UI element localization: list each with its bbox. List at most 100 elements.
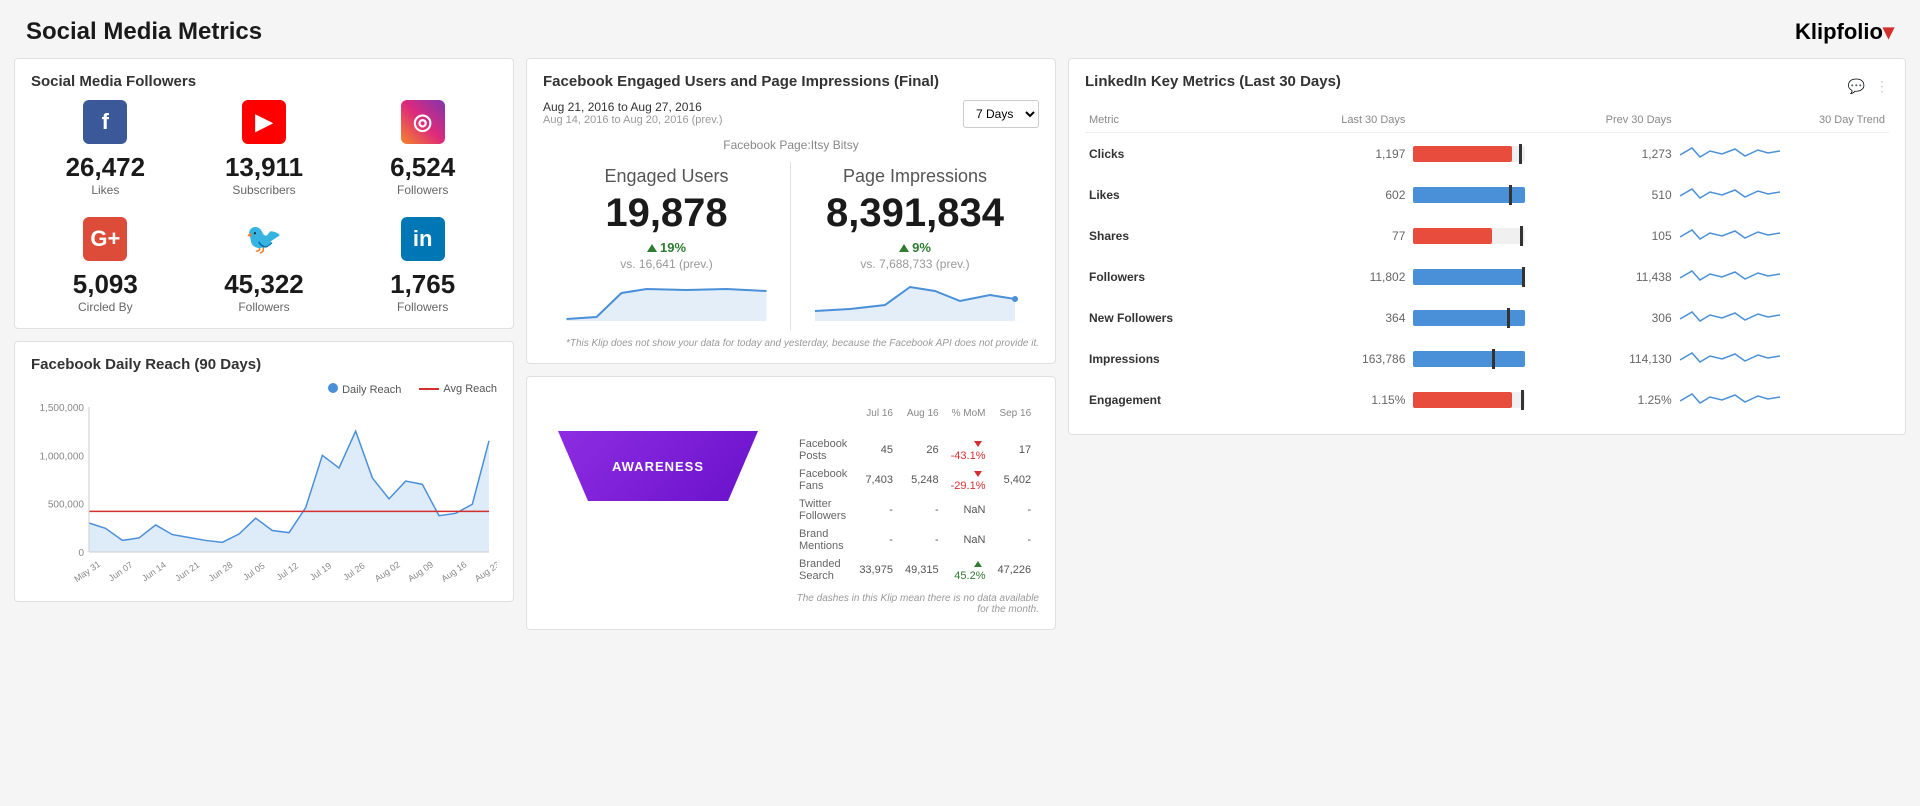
li-header: Last 30 Days: [1267, 108, 1410, 133]
follower-label: Likes: [31, 183, 180, 197]
date-range-current: Aug 21, 2016 to Aug 27, 2016: [543, 100, 723, 114]
follower-twitter[interactable]: 🐦 45,322 Followers: [190, 217, 339, 314]
engaged-users-value: 19,878: [553, 191, 780, 236]
linkedin-table: MetricLast 30 Days Prev 30 Days30 Day Tre…: [1085, 108, 1889, 420]
follower-linkedin[interactable]: in 1,765 Followers: [348, 217, 497, 314]
follower-facebook[interactable]: f 26,472 Likes: [31, 100, 180, 197]
impressions-sparkline: [801, 281, 1029, 321]
aw-row: Branded Search33,97549,31545.2%47,226-4.…: [793, 555, 1039, 585]
trend-sparkline: [1676, 174, 1889, 215]
legend-daily: Daily Reach: [328, 383, 401, 396]
svg-text:Jul 26: Jul 26: [341, 561, 366, 582]
engaged-sparkline: [553, 281, 780, 321]
svg-text:Aug 02: Aug 02: [373, 559, 402, 582]
linkedin-title: LinkedIn Key Metrics (Last 30 Days): [1085, 73, 1341, 90]
svg-text:Jul 19: Jul 19: [308, 561, 333, 582]
svg-text:Jun 21: Jun 21: [173, 560, 201, 582]
facebook-icon: f: [83, 100, 127, 144]
legend-avg: Avg Reach: [419, 383, 497, 396]
li-row-engagement: Engagement1.15% 1.25%: [1085, 379, 1889, 420]
follower-label: Subscribers: [190, 183, 339, 197]
aw-row: Twitter Followers--NaN-NaN-NaN-NaN9,930: [793, 495, 1039, 525]
svg-text:Jul 05: Jul 05: [241, 561, 266, 582]
engaged-card: Facebook Engaged Users and Page Impressi…: [526, 58, 1056, 364]
followers-title: Social Media Followers: [31, 73, 497, 90]
awareness-funnel: AWARENESS: [543, 421, 773, 511]
svg-text:0: 0: [78, 548, 84, 559]
aw-header: Jul 16: [853, 391, 899, 435]
follower-value: 6,524: [348, 152, 497, 183]
follower-value: 5,093: [31, 269, 180, 300]
googleplus-icon: G+: [83, 217, 127, 261]
li-header: [1409, 108, 1529, 133]
li-row-new-followers: New Followers364 306: [1085, 297, 1889, 338]
follower-value: 45,322: [190, 269, 339, 300]
follower-value: 1,765: [348, 269, 497, 300]
followers-card: Social Media Followers f 26,472 Likes ▶ …: [14, 58, 514, 329]
aw-header: % MoM: [1037, 391, 1039, 435]
li-row-likes: Likes602 510: [1085, 174, 1889, 215]
date-range-prev: Aug 14, 2016 to Aug 20, 2016 (prev.): [543, 114, 723, 126]
up-arrow-icon: [899, 244, 909, 252]
svg-text:Aug 23: Aug 23: [473, 559, 497, 582]
follower-instagram[interactable]: ◎ 6,524 Followers: [348, 100, 497, 197]
reach-chart: 0500,0001,000,0001,500,000May 31Jun 07Ju…: [31, 402, 497, 582]
instagram-icon: ◎: [401, 100, 445, 144]
period-dropdown[interactable]: 7 Days: [963, 100, 1039, 128]
up-arrow-icon: [974, 561, 982, 567]
li-row-impressions: Impressions163,786 114,130: [1085, 338, 1889, 379]
page-impressions-value: 8,391,834: [801, 191, 1029, 236]
trend-sparkline: [1676, 215, 1889, 256]
svg-text:May 31: May 31: [72, 559, 102, 582]
aw-header: Aug 16: [899, 391, 945, 435]
page-impressions-col: Page Impressions 8,391,834 9% vs. 7,688,…: [791, 162, 1039, 330]
svg-text:1,000,000: 1,000,000: [40, 451, 85, 462]
twitter-icon: 🐦: [242, 217, 286, 261]
li-header: Metric: [1085, 108, 1267, 133]
follower-value: 13,911: [190, 152, 339, 183]
follower-youtube[interactable]: ▶ 13,911 Subscribers: [190, 100, 339, 197]
youtube-icon: ▶: [242, 100, 286, 144]
aw-row: Facebook Fans7,4035,248-29.1%5,4022.9%3,…: [793, 465, 1039, 495]
svg-text:1,500,000: 1,500,000: [40, 403, 85, 414]
trend-sparkline: [1676, 256, 1889, 297]
awareness-card: AWARENESS Jul 16Aug 16% MoMSep 16% MoMOc…: [526, 376, 1056, 630]
svg-text:Jul 12: Jul 12: [275, 561, 300, 582]
trend-sparkline: [1676, 379, 1889, 420]
li-header: 30 Day Trend: [1676, 108, 1889, 133]
follower-label: Followers: [190, 300, 339, 314]
facebook-page-name: Facebook Page:Itsy Bitsy: [543, 138, 1039, 152]
awareness-note: The dashes in this Klip mean there is no…: [793, 593, 1039, 615]
svg-text:Aug 16: Aug 16: [439, 559, 468, 582]
aw-header: Sep 16: [991, 391, 1037, 435]
svg-text:500,000: 500,000: [48, 500, 85, 511]
comment-icon[interactable]: 💬: [1848, 78, 1865, 94]
li-row-shares: Shares77 105: [1085, 215, 1889, 256]
follower-googleplus[interactable]: G+ 5,093 Circled By: [31, 217, 180, 314]
aw-row: Brand Mentions--NaN-NaN-NaN-NaN3,053: [793, 525, 1039, 555]
aw-header: % MoM: [945, 391, 992, 435]
follower-value: 26,472: [31, 152, 180, 183]
aw-row: Facebook Posts4526-43.1%17-35.5%171.8%16…: [793, 435, 1039, 465]
down-arrow-icon: [974, 441, 982, 447]
follower-label: Followers: [348, 183, 497, 197]
svg-text:Jun 07: Jun 07: [107, 560, 135, 582]
li-header: Prev 30 Days: [1529, 108, 1675, 133]
reach-title: Facebook Daily Reach (90 Days): [31, 356, 497, 373]
up-arrow-icon: [647, 244, 657, 252]
li-row-followers: Followers11,802 11,438: [1085, 256, 1889, 297]
trend-sparkline: [1676, 297, 1889, 338]
follower-label: Circled By: [31, 300, 180, 314]
svg-text:Aug 09: Aug 09: [406, 559, 435, 582]
brand-logo: Klipfolio▾: [1795, 19, 1894, 45]
svg-text:Jun 14: Jun 14: [140, 560, 168, 582]
linkedin-icon: in: [401, 217, 445, 261]
engaged-title: Facebook Engaged Users and Page Impressi…: [543, 73, 1039, 90]
more-icon[interactable]: ⋮: [1875, 78, 1889, 94]
down-arrow-icon: [974, 471, 982, 477]
awareness-table: Jul 16Aug 16% MoMSep 16% MoMOct 16% MoMN…: [793, 391, 1039, 585]
trend-sparkline: [1676, 338, 1889, 379]
li-row-clicks: Clicks1,197 1,273: [1085, 133, 1889, 175]
engaged-users-col: Engaged Users 19,878 19% vs. 16,641 (pre…: [543, 162, 791, 330]
aw-header: [793, 391, 853, 435]
